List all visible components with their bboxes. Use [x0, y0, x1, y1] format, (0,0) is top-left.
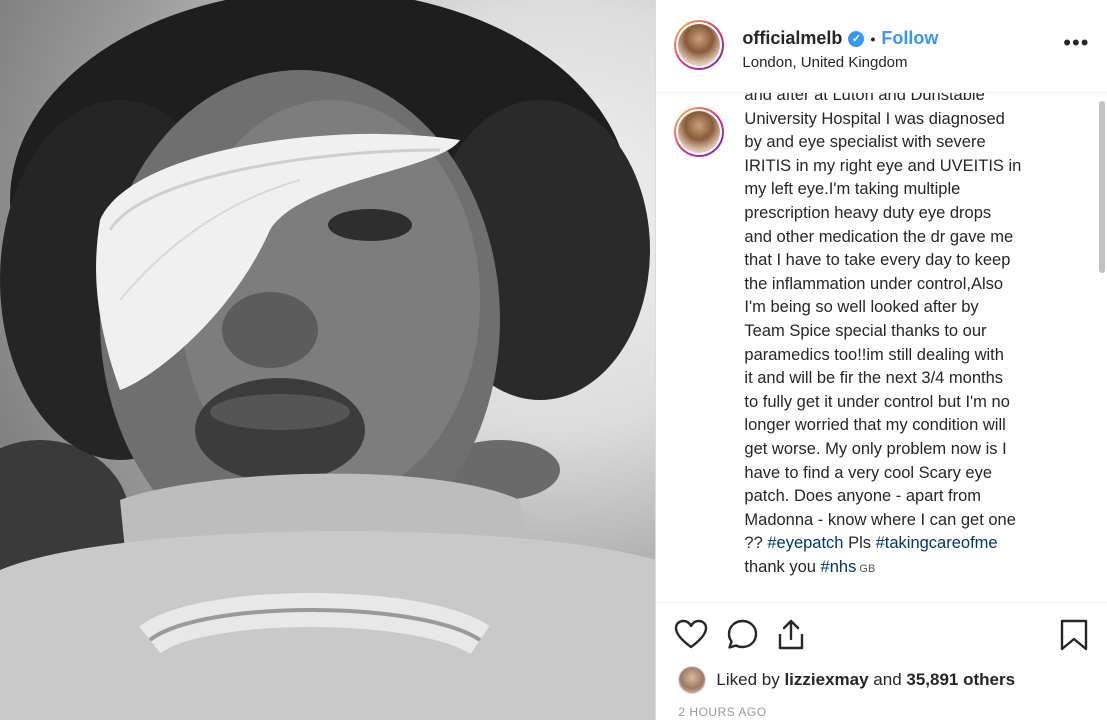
caption-body: and after at Luton and Dunstable Univers…	[744, 93, 1022, 553]
post-timestamp[interactable]: 2 HOURS AGO	[678, 705, 766, 719]
caption-fragment: thank you	[744, 557, 816, 576]
separator-dot: •	[870, 30, 876, 47]
translation-tag: GB	[856, 562, 876, 575]
likes-text: Liked by lizziexmay and 35,891 others	[716, 670, 1015, 690]
bookmark-icon[interactable]	[1059, 618, 1089, 652]
heart-icon[interactable]	[674, 618, 708, 652]
post-photo[interactable]	[0, 0, 656, 720]
caption-fragment: Pls	[843, 534, 876, 553]
likes-count[interactable]: 35,891 others	[906, 670, 1015, 689]
likes-summary: Liked by lizziexmay and 35,891 others	[678, 666, 1015, 694]
author-username[interactable]: officialmelb	[742, 28, 842, 49]
hashtag-link[interactable]: #eyepatch	[767, 534, 843, 552]
scrollbar-thumb[interactable]	[1099, 101, 1106, 273]
more-options-icon[interactable]: •••	[1063, 30, 1089, 56]
follow-button[interactable]: Follow	[881, 28, 938, 49]
avatar-image	[678, 111, 721, 153]
verified-badge-icon: ✓	[848, 30, 865, 47]
liker-username[interactable]: lizziexmay	[784, 670, 868, 689]
caption-author-avatar[interactable]	[674, 107, 725, 157]
likes-prefix: Liked by	[716, 670, 785, 689]
comment-icon[interactable]	[726, 618, 760, 652]
action-bar	[674, 618, 1089, 654]
post-sidebar: officialmelb ✓ • Follow London, United K…	[655, 0, 1107, 720]
avatar-image	[678, 24, 721, 66]
hashtag-link[interactable]: #takingcareofme	[876, 534, 998, 552]
liker-avatar[interactable]	[678, 666, 707, 694]
post-location[interactable]: London, United Kingdom	[742, 54, 907, 71]
selfie-illustration	[0, 0, 656, 720]
post-header: officialmelb ✓ • Follow London, United K…	[656, 0, 1107, 93]
hashtag-link[interactable]: #nhs	[821, 558, 857, 576]
likes-connector: and	[868, 670, 907, 689]
comments-scroll-area[interactable]: and after at Luton and Dunstable Univers…	[656, 93, 1107, 601]
post-modal: officialmelb ✓ • Follow London, United K…	[0, 0, 1107, 720]
author-avatar[interactable]	[674, 20, 725, 70]
divider	[656, 602, 1107, 603]
post-caption: and after at Luton and Dunstable Univers…	[744, 93, 1064, 581]
share-icon[interactable]	[774, 618, 808, 652]
author-row: officialmelb ✓ • Follow	[742, 28, 938, 49]
